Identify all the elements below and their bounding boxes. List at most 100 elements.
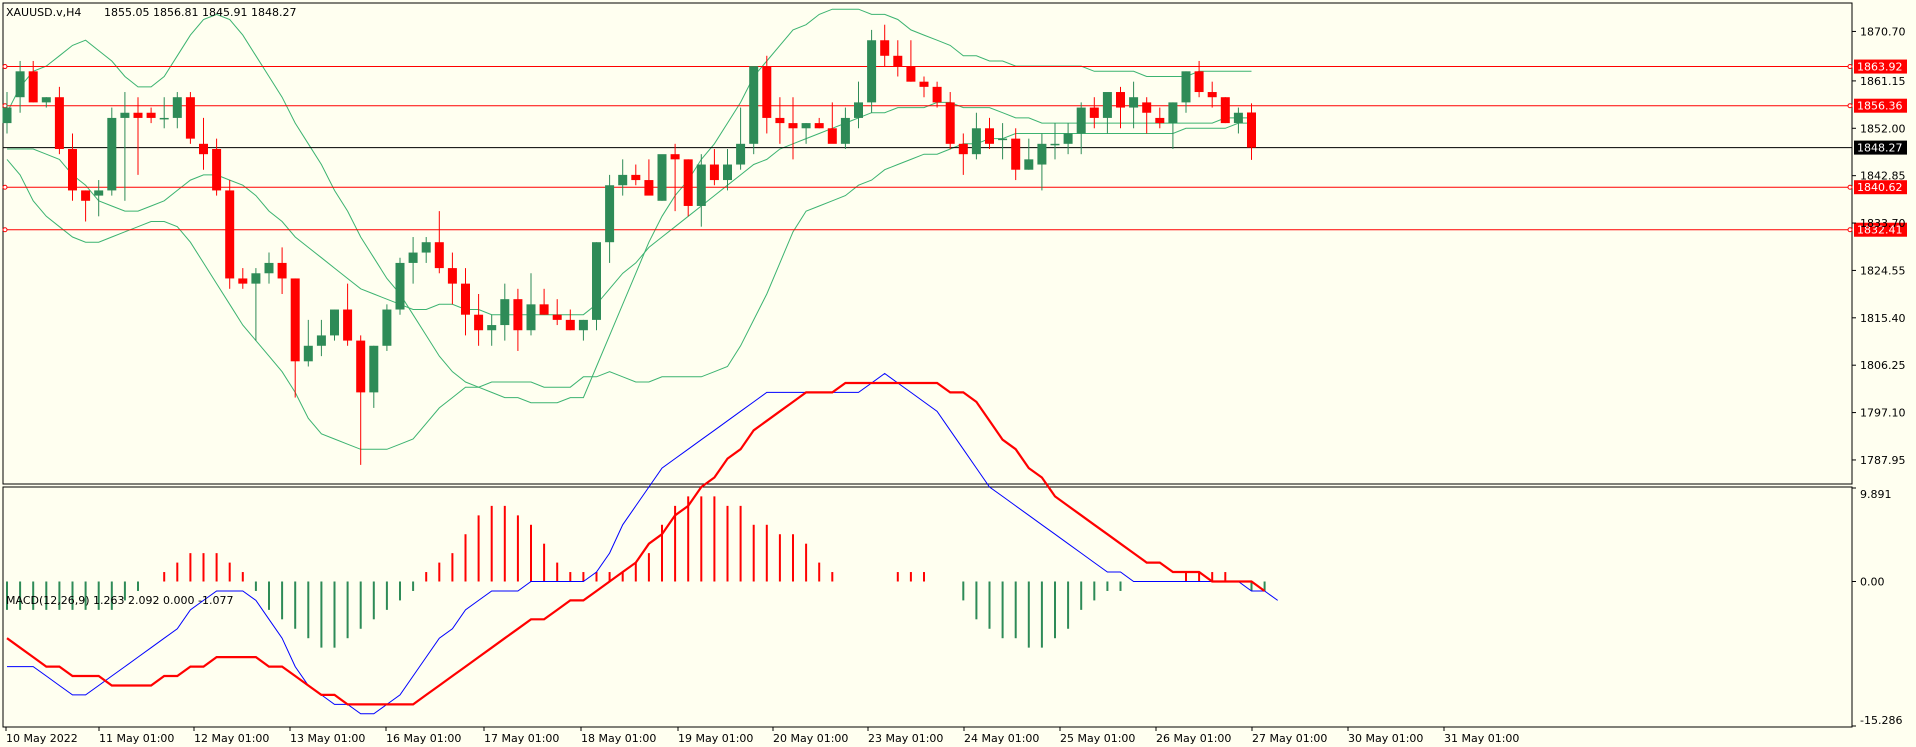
price-tick-label: 1806.25: [1860, 359, 1906, 372]
candle-body: [723, 164, 732, 181]
candle-body: [251, 273, 261, 284]
candle-body: [447, 268, 457, 284]
candle-body: [578, 319, 588, 331]
candle-body: [827, 128, 837, 144]
candle-body: [461, 283, 470, 315]
time-tick-label: 26 May 01:00: [1156, 732, 1231, 745]
candle-body: [290, 278, 300, 362]
price-tick-label: 1787.95: [1860, 454, 1906, 467]
candle-body: [513, 299, 523, 331]
candle-body: [1247, 112, 1256, 148]
candle-body: [919, 81, 929, 87]
candle-body: [801, 123, 811, 129]
level-anchor-left: [2, 103, 8, 109]
candle-body: [212, 148, 222, 191]
candle-body: [1233, 112, 1243, 124]
time-tick-label: 24 May 01:00: [964, 732, 1039, 745]
candle-body: [1194, 71, 1204, 93]
level-anchor-left: [2, 64, 8, 70]
trading-chart: 1863.921856.361840.621832.411848.27 1870…: [0, 0, 1916, 747]
candle-body: [421, 242, 431, 253]
price-tick-label: 1815.40: [1860, 312, 1906, 325]
chart-background: [0, 0, 1916, 747]
level-tag-text: 1863.92: [1857, 61, 1903, 74]
level-anchor-left: [2, 227, 8, 233]
candle-body: [225, 190, 235, 279]
price-tick-label: 1870.70: [1860, 25, 1906, 38]
candle-body: [1024, 159, 1034, 170]
candle-body: [998, 138, 1008, 141]
time-tick-label: 12 May 01:00: [194, 732, 269, 745]
time-tick-label: 18 May 01:00: [581, 732, 656, 745]
price-tick-label: 1797.10: [1860, 407, 1906, 420]
time-tick-label: 25 May 01:00: [1060, 732, 1135, 745]
candle-body: [1181, 71, 1191, 103]
candle-body: [356, 340, 366, 393]
candle-body: [945, 102, 955, 144]
candle-body: [605, 185, 615, 243]
candle-body: [1155, 117, 1165, 124]
candle-body: [840, 117, 850, 144]
macd-label: MACD(12,26,9) 1.263 2.092 0.000 -1.077: [6, 594, 233, 607]
candle-body: [238, 278, 248, 284]
time-tick-label: 30 May 01:00: [1348, 732, 1423, 745]
candle-body: [552, 314, 562, 320]
candle-body: [330, 309, 339, 336]
candle-body: [958, 143, 968, 155]
candle-body: [474, 314, 484, 331]
candle-body: [395, 262, 405, 310]
macd-tick-label: 9.891: [1860, 488, 1892, 501]
level-anchor-left: [2, 184, 8, 190]
ohlc-label: 1855.05 1856.81 1845.91 1848.27: [104, 6, 296, 19]
time-tick-label: 23 May 01:00: [868, 732, 943, 745]
time-tick-label: 10 May 2022: [6, 732, 78, 745]
level-tag-text: 1856.36: [1857, 100, 1903, 113]
price-tick-label: 1824.55: [1860, 264, 1906, 277]
candle-body: [264, 262, 274, 274]
candle-body: [68, 148, 77, 191]
level-anchor-right: [1847, 184, 1853, 190]
candle-body: [1220, 97, 1230, 124]
price-tick-label: 1852.00: [1860, 122, 1906, 135]
candle-body: [15, 71, 25, 98]
candle-body: [709, 164, 719, 181]
candle-body: [146, 112, 156, 118]
candle-body: [434, 242, 444, 269]
candle-body: [487, 325, 497, 331]
time-tick-label: 31 May 01:00: [1444, 732, 1519, 745]
candle-body: [657, 154, 667, 201]
candle-body: [762, 66, 772, 118]
time-tick-label: 16 May 01:00: [386, 732, 461, 745]
candle-body: [1142, 102, 1152, 113]
candle-body: [592, 242, 601, 320]
candle-body: [631, 174, 641, 181]
candle-body: [539, 304, 549, 315]
level-anchor-right: [1847, 64, 1853, 70]
candle-body: [565, 319, 575, 331]
candle-body: [1102, 92, 1112, 118]
candle-body: [81, 190, 91, 201]
candle-body: [41, 97, 51, 103]
candle-body: [94, 190, 104, 196]
current-price-text: 1848.27: [1857, 142, 1903, 155]
candle-body: [133, 112, 143, 118]
time-tick-label: 27 May 01:00: [1252, 732, 1327, 745]
candle-body: [54, 97, 64, 149]
candle-body: [159, 117, 169, 120]
candle-body: [618, 174, 628, 186]
candle-body: [1116, 92, 1125, 108]
time-tick-label: 19 May 01:00: [678, 732, 753, 745]
candle-body: [2, 107, 12, 124]
candle-body: [107, 117, 117, 191]
time-tick-label: 17 May 01:00: [484, 732, 559, 745]
level-anchor-right: [1847, 227, 1853, 233]
candle-body: [670, 154, 680, 160]
candle-body: [1050, 143, 1060, 146]
candle-body: [382, 309, 392, 346]
level-tag-text: 1840.62: [1857, 181, 1903, 194]
candle-body: [644, 180, 654, 196]
candle-body: [775, 117, 785, 124]
candle-body: [854, 102, 863, 118]
candle-body: [736, 143, 746, 165]
candle-body: [906, 66, 916, 82]
